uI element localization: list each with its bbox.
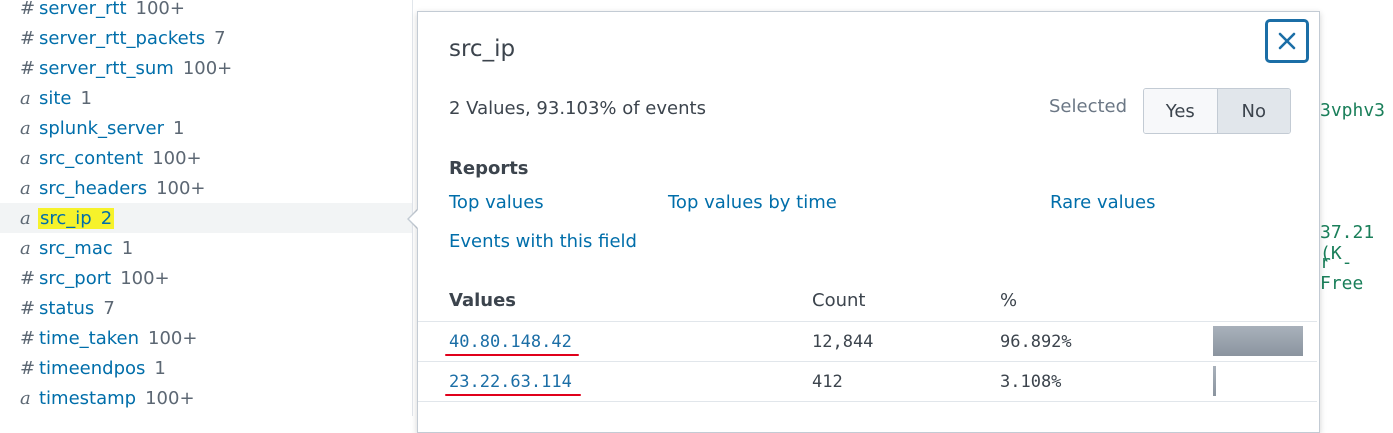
table-row-count: 412 — [812, 372, 843, 392]
field-item-site[interactable]: a site 1 — [0, 83, 412, 113]
field-name: server_rtt_packets — [39, 27, 206, 49]
field-item-server-rtt-sum[interactable]: # server_rtt_sum 100+ — [0, 53, 412, 83]
field-name: src_port — [39, 267, 112, 289]
field-item-server-rtt[interactable]: # server_rtt 100+ — [0, 0, 412, 23]
popover-title: src_ip — [449, 36, 516, 62]
field-count: 100+ — [148, 327, 198, 349]
field-item-time-taken[interactable]: # time_taken 100+ — [0, 323, 412, 353]
event-text-fragment: 3vphv3 — [1320, 100, 1386, 121]
table-divider — [418, 401, 1317, 402]
rare-values-link[interactable]: Rare values — [1050, 192, 1156, 213]
string-type-icon: a — [20, 87, 31, 109]
number-type-icon: # — [20, 327, 36, 349]
table-divider — [418, 321, 1317, 322]
number-type-icon: # — [20, 57, 36, 79]
highlighted-field-label: src_ip 2 — [38, 207, 115, 229]
field-item-splunk-server[interactable]: a splunk_server 1 — [0, 113, 412, 143]
field-summary-popover: src_ip 2 Values, 93.103% of events Selec… — [417, 11, 1320, 433]
string-type-icon: a — [20, 387, 31, 409]
field-item-src-mac[interactable]: a src_mac 1 — [0, 233, 412, 263]
selected-no-button[interactable]: No — [1216, 89, 1290, 133]
table-row-value-link[interactable]: 23.22.63.114 — [449, 372, 572, 392]
percent-bar — [1213, 366, 1216, 396]
field-name: src_mac — [39, 237, 113, 259]
field-count: 1 — [154, 357, 166, 379]
field-item-timeendpos[interactable]: # timeendpos 1 — [0, 353, 412, 383]
values-summary: 2 Values, 93.103% of events — [449, 98, 706, 119]
field-name: server_rtt_sum — [39, 57, 174, 79]
field-name: timeendpos — [39, 357, 146, 379]
table-row-percent: 3.108% — [1000, 372, 1062, 392]
close-icon — [1278, 32, 1296, 50]
field-sidebar: # server_rtt 100+ # server_rtt_packets 7… — [0, 0, 413, 416]
field-item-src-port[interactable]: # src_port 100+ — [0, 263, 412, 293]
values-column-header: Values — [449, 290, 516, 311]
event-text-fragment: r - Free — [1320, 252, 1364, 294]
field-count: 2 — [100, 207, 113, 229]
field-name: site — [39, 87, 72, 109]
field-name: server_rtt — [39, 0, 127, 19]
table-row-value-link[interactable]: 40.80.148.42 — [449, 332, 572, 352]
field-item-src-content[interactable]: a src_content 100+ — [0, 143, 412, 173]
string-type-icon: a — [20, 207, 31, 229]
table-divider — [418, 361, 1317, 362]
field-count: 100+ — [156, 177, 206, 199]
selected-yes-button[interactable]: Yes — [1144, 89, 1217, 133]
popover-arrow-inner — [409, 209, 419, 229]
number-type-icon: # — [20, 267, 36, 289]
number-type-icon: # — [20, 357, 36, 379]
percent-column-header: % — [1000, 290, 1018, 311]
string-type-icon: a — [20, 177, 31, 199]
top-values-by-time-link[interactable]: Top values by time — [668, 192, 837, 213]
number-type-icon: # — [20, 27, 36, 49]
annotation-underline — [445, 394, 581, 396]
field-count: 100+ — [135, 0, 185, 19]
field-count: 7 — [103, 297, 115, 319]
field-count: 1 — [173, 117, 185, 139]
field-name: src_headers — [39, 177, 148, 199]
field-count: 1 — [80, 87, 92, 109]
field-item-server-rtt-packets[interactable]: # server_rtt_packets 7 — [0, 23, 412, 53]
field-count: 100+ — [152, 147, 202, 169]
string-type-icon: a — [20, 147, 31, 169]
field-name: time_taken — [39, 327, 140, 349]
selected-label: Selected — [1049, 96, 1128, 117]
field-item-src-headers[interactable]: a src_headers 100+ — [0, 173, 412, 203]
reports-heading: Reports — [449, 158, 529, 179]
field-count: 7 — [214, 27, 226, 49]
number-type-icon: # — [20, 0, 36, 19]
field-name: splunk_server — [39, 117, 165, 139]
close-button[interactable] — [1265, 19, 1309, 63]
percent-bar — [1213, 326, 1303, 356]
field-item-src-ip[interactable]: a src_ip 2 — [0, 203, 412, 233]
field-name: status — [39, 297, 95, 319]
field-name: timestamp — [39, 387, 137, 409]
table-row-percent: 96.892% — [1000, 332, 1072, 352]
field-count: 1 — [121, 237, 134, 259]
events-with-field-link[interactable]: Events with this field — [449, 231, 637, 252]
string-type-icon: a — [20, 237, 31, 259]
number-type-icon: # — [20, 297, 36, 319]
field-count: 100+ — [145, 387, 195, 409]
field-name: src_content — [39, 147, 144, 169]
field-count: 100+ — [120, 267, 170, 289]
table-row-count: 12,844 — [812, 332, 874, 352]
top-values-link[interactable]: Top values — [449, 192, 544, 213]
string-type-icon: a — [20, 117, 31, 139]
field-item-timestamp[interactable]: a timestamp 100+ — [0, 383, 412, 413]
selected-toggle: Yes No — [1143, 88, 1291, 134]
field-item-status[interactable]: # status 7 — [0, 293, 412, 323]
count-column-header: Count — [812, 290, 866, 311]
field-count: 100+ — [182, 57, 233, 79]
annotation-underline — [445, 354, 579, 356]
field-name: src_ip — [40, 207, 92, 229]
